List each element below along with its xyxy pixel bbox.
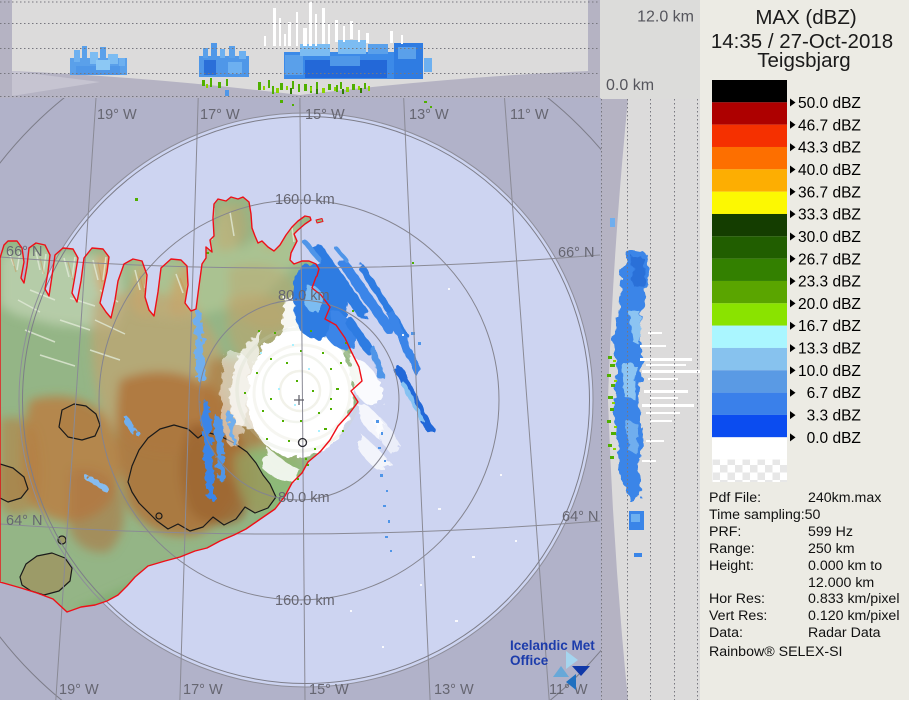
svg-text:20.0 dBZ: 20.0 dBZ [798,296,861,313]
svg-text:80.0 km: 80.0 km [278,490,330,506]
svg-text:13.3 dBZ: 13.3 dBZ [798,341,861,358]
svg-text:0.0 dBZ: 0.0 dBZ [807,430,861,447]
svg-text:160.0 km: 160.0 km [275,593,335,609]
svg-text:16.7 dBZ: 16.7 dBZ [798,318,861,335]
svg-text:30.0 dBZ: 30.0 dBZ [798,229,861,246]
svg-text:Vert Res:: Vert Res: [709,608,767,624]
svg-text:Height:: Height: [709,558,754,574]
svg-text:6.7 dBZ: 6.7 dBZ [807,385,861,402]
svg-text:Range:: Range: [709,541,755,557]
svg-text:Pdf File:: Pdf File: [709,490,761,506]
svg-text:46.7 dBZ: 46.7 dBZ [798,117,861,134]
svg-text:MAX (dBZ): MAX (dBZ) [755,6,856,29]
svg-text:10.0 dBZ: 10.0 dBZ [798,363,861,380]
svg-text:40.0 dBZ: 40.0 dBZ [798,162,861,179]
svg-text:11° W: 11° W [549,682,588,698]
svg-text:PRF:: PRF: [709,524,741,540]
svg-text:Data:: Data: [709,625,743,641]
svg-text:12.000 km: 12.000 km [808,575,874,591]
svg-text:3.3 dBZ: 3.3 dBZ [807,408,861,425]
svg-text:Time sampling:50: Time sampling:50 [709,507,821,523]
svg-text:0.0 km: 0.0 km [606,77,654,94]
svg-text:19° W: 19° W [97,107,137,123]
svg-text:599 Hz: 599 Hz [808,524,853,540]
svg-text:50.0 dBZ: 50.0 dBZ [798,95,861,112]
svg-text:66° N: 66° N [6,244,42,260]
svg-text:66° N: 66° N [558,245,594,261]
svg-text:33.3 dBZ: 33.3 dBZ [798,207,861,224]
svg-text:13° W: 13° W [434,682,474,698]
svg-text:Radar Data: Radar Data [808,625,881,641]
svg-text:0.120 km/pixel: 0.120 km/pixel [808,608,899,624]
svg-text:36.7 dBZ: 36.7 dBZ [798,184,861,201]
svg-text:26.7 dBZ: 26.7 dBZ [798,251,861,268]
svg-text:17° W: 17° W [200,107,240,123]
svg-text:Rainbow® SELEX-SI: Rainbow® SELEX-SI [709,644,842,660]
svg-text:17° W: 17° W [183,682,223,698]
svg-text:23.3 dBZ: 23.3 dBZ [798,274,861,291]
svg-text:80.0 km: 80.0 km [278,288,330,304]
svg-text:250 km: 250 km [808,541,855,557]
svg-text:Office: Office [510,653,549,668]
svg-text:240km.max: 240km.max [808,490,881,506]
svg-text:11° W: 11° W [510,107,549,123]
svg-text:15° W: 15° W [309,682,349,698]
svg-text:0.833 km/pixel: 0.833 km/pixel [808,591,899,607]
svg-text:13° W: 13° W [409,107,449,123]
svg-text:64° N: 64° N [6,513,42,529]
svg-text:160.0 km: 160.0 km [275,192,335,208]
svg-text:Hor Res:: Hor Res: [709,591,765,607]
svg-text:Teigsbjarg: Teigsbjarg [757,49,850,72]
svg-text:Icelandic Met: Icelandic Met [510,638,595,653]
svg-text:43.3 dBZ: 43.3 dBZ [798,140,861,157]
svg-text:19° W: 19° W [59,682,99,698]
svg-text:12.0 km: 12.0 km [637,9,694,26]
svg-text:0.000 km to: 0.000 km to [808,558,882,574]
svg-text:15° W: 15° W [305,107,345,123]
svg-text:64° N: 64° N [562,509,598,525]
